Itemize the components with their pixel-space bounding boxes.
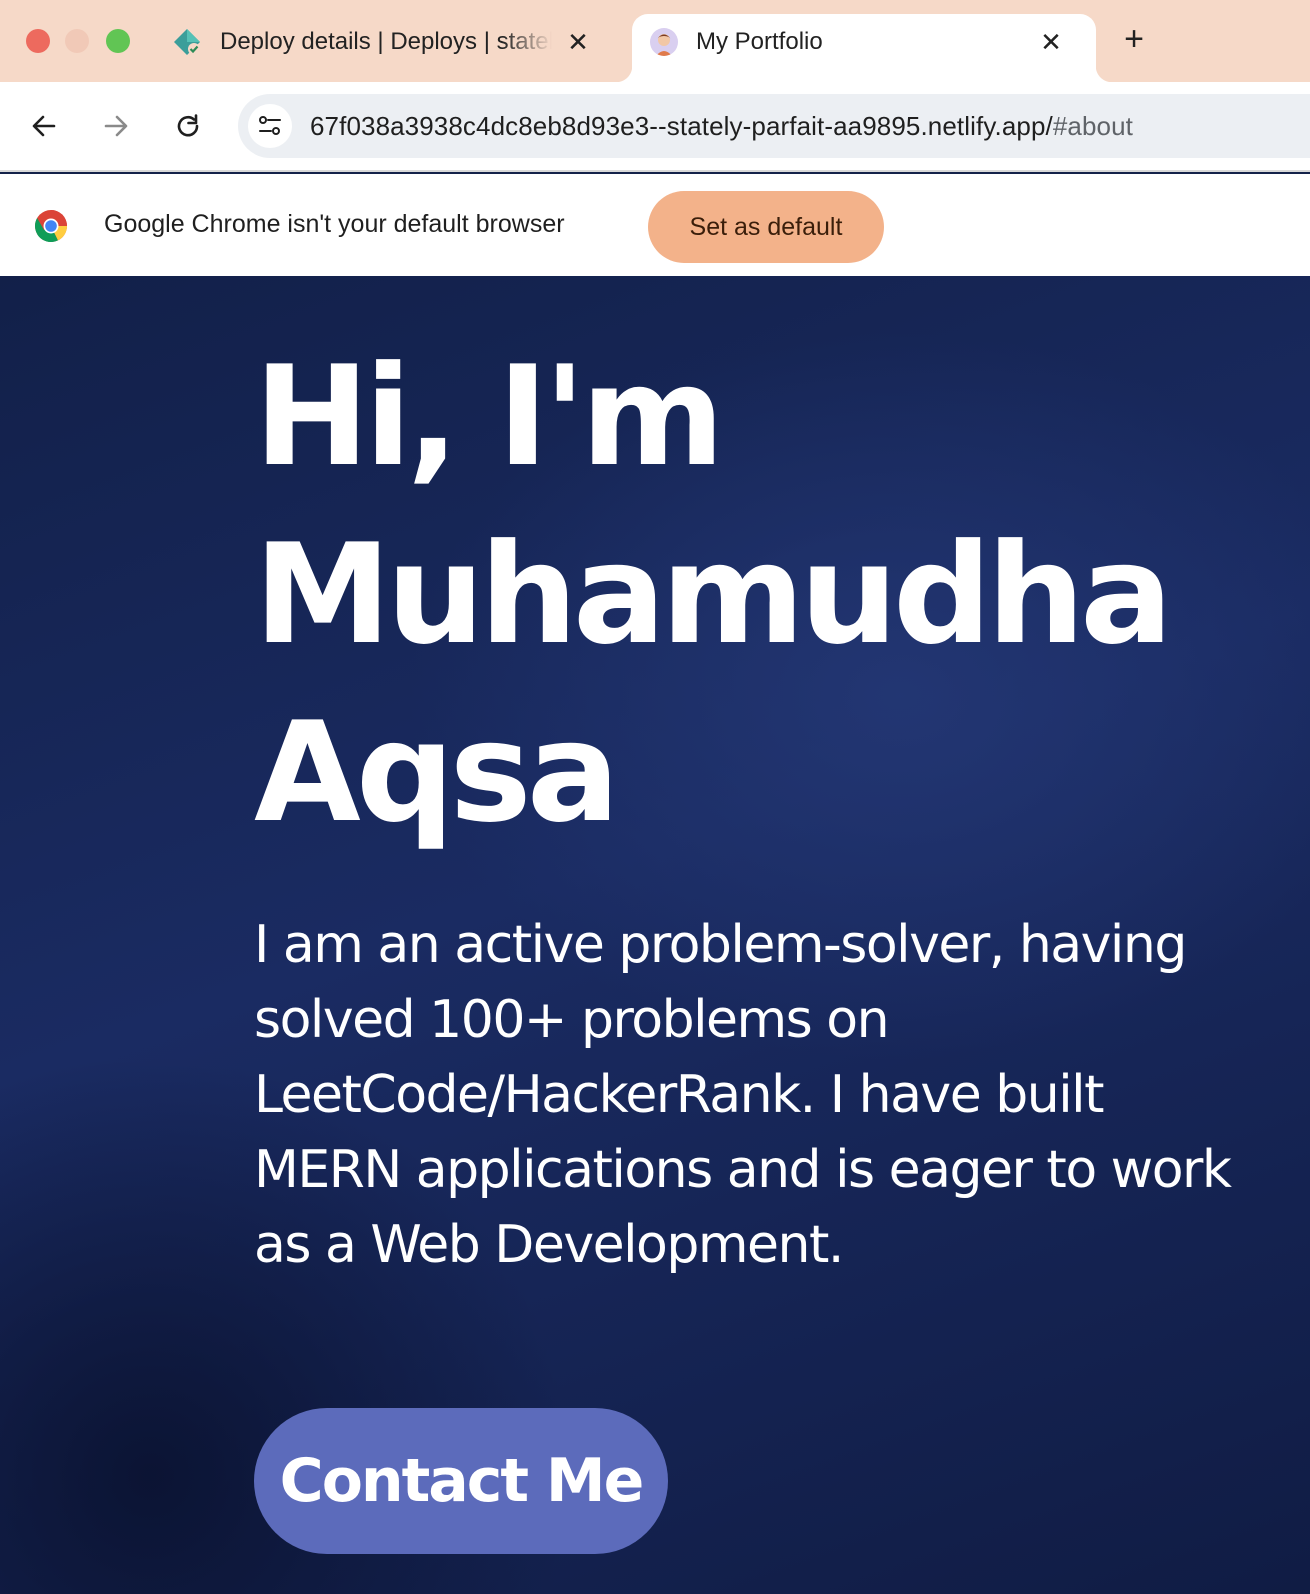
browser-toolbar: 67f038a3938c4dc8eb8d93e3--stately-parfai…	[0, 82, 1310, 172]
url-text[interactable]: 67f038a3938c4dc8eb8d93e3--stately-parfai…	[310, 111, 1133, 142]
set-as-default-button[interactable]: Set as default	[648, 191, 884, 263]
close-window-button[interactable]	[26, 29, 50, 53]
tab-title: My Portfolio	[696, 28, 823, 55]
avatar-favicon-icon	[650, 28, 678, 56]
close-tab-icon[interactable]: ✕	[1036, 27, 1066, 57]
arrow-left-icon	[32, 115, 56, 137]
address-bar[interactable]: 67f038a3938c4dc8eb8d93e3--stately-parfai…	[238, 94, 1310, 158]
reload-button[interactable]	[168, 106, 208, 146]
new-tab-button[interactable]: +	[1116, 22, 1152, 58]
infobar-message: Google Chrome isn't your default browser	[104, 210, 565, 238]
netlify-icon	[174, 29, 200, 55]
url-hash: #about	[1052, 111, 1133, 141]
default-browser-infobar: Google Chrome isn't your default browser…	[0, 174, 1310, 276]
forward-button[interactable]	[96, 106, 136, 146]
minimize-window-button[interactable]	[65, 29, 89, 53]
hero-description: I am an active problem-solver, having so…	[254, 915, 1232, 1275]
contact-me-button[interactable]: Contact Me	[254, 1408, 668, 1554]
tab-deploy-details[interactable]: Deploy details | Deploys | stately-parfa…	[168, 14, 608, 82]
hero-heading-line: Muhamudha	[254, 514, 1173, 675]
tab-my-portfolio[interactable]: My Portfolio ✕	[616, 14, 1112, 82]
maximize-window-button[interactable]	[106, 29, 130, 53]
hero-heading-line: Hi, I'm	[254, 336, 725, 497]
tab-strip: Deploy details | Deploys | stately-parfa…	[0, 0, 1310, 82]
arrow-right-icon	[104, 115, 128, 137]
close-tab-icon[interactable]: ✕	[563, 27, 593, 57]
hero-heading: Hi, I'm Muhamudha Aqsa	[254, 328, 1214, 862]
tab-title: Deploy details | Deploys | stately-parfa…	[220, 28, 552, 55]
site-info-button[interactable]	[248, 104, 292, 148]
chrome-logo-icon	[34, 210, 67, 243]
back-button[interactable]	[24, 106, 64, 146]
reload-icon	[177, 114, 199, 137]
url-main: 67f038a3938c4dc8eb8d93e3--stately-parfai…	[310, 111, 1053, 141]
tune-icon	[259, 116, 281, 135]
hero-heading-line: Aqsa	[254, 692, 620, 853]
about-section: Hi, I'm Muhamudha Aqsa I am an active pr…	[0, 276, 1310, 1594]
